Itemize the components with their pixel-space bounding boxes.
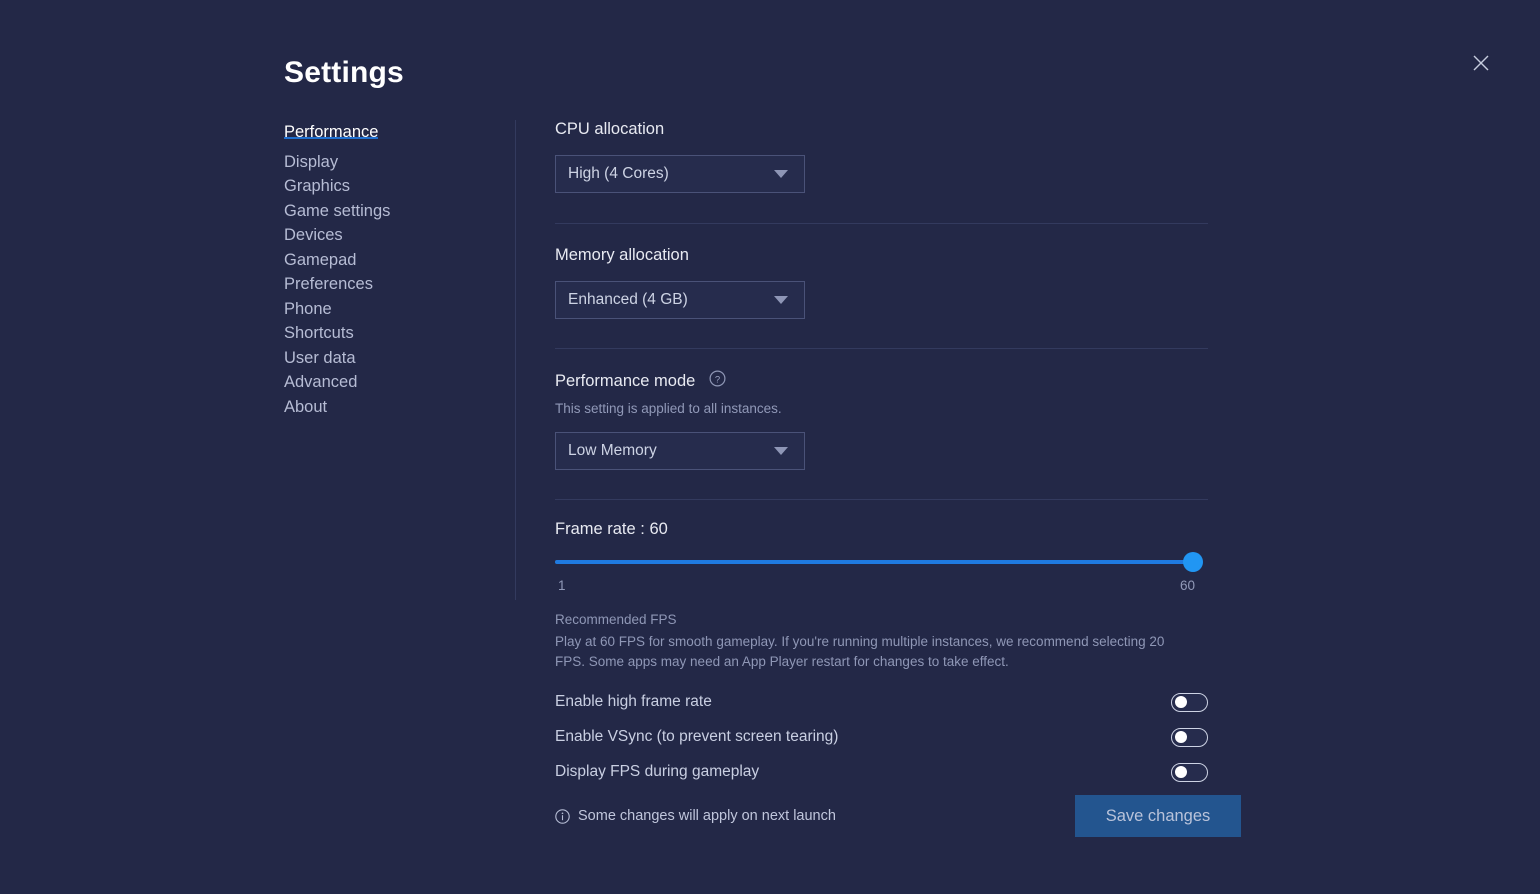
toggle-knob [1174,765,1187,778]
toggle-label: Enable high frame rate [555,693,712,711]
chevron-down-icon [774,447,788,455]
slider-max-label: 60 [1179,578,1195,593]
toggle-row-display-fps: Display FPS during gameplay [555,755,1208,790]
toggle-row-high-frame-rate: Enable high frame rate [555,685,1208,720]
sidebar-item-gamepad[interactable]: Gamepad [284,251,356,268]
recommended-fps-title: Recommended FPS [555,612,677,627]
section-memory-allocation: Memory allocation Enhanced (4 GB) [555,246,1208,319]
slider-range-labels: 1 60 [555,578,1195,596]
toggle-knob [1174,695,1187,708]
sidebar-item-user-data[interactable]: User data [284,349,356,366]
memory-allocation-label: Memory allocation [555,246,689,264]
footer-note: Some changes will apply on next launch [555,808,836,824]
cpu-allocation-label: CPU allocation [555,120,665,138]
sidebar-item-shortcuts[interactable]: Shortcuts [284,325,354,342]
save-changes-button[interactable]: Save changes [1075,795,1241,837]
info-circle-icon [555,808,570,824]
toggle-label: Enable VSync (to prevent screen tearing) [555,728,839,746]
performance-mode-dropdown[interactable]: Low Memory [555,432,805,470]
sidebar-item-game-settings[interactable]: Game settings [284,202,390,219]
page-title: Settings [284,56,404,89]
section-cpu-allocation: CPU allocation High (4 Cores) [555,120,1208,193]
sidebar-item-about[interactable]: About [284,398,327,415]
section-performance-mode: Performance mode ? This setting is appli… [555,370,1208,470]
toggle-knob [1174,730,1187,743]
sidebar-separator [515,120,516,600]
sidebar-item-preferences[interactable]: Preferences [284,276,373,293]
section-frame-rate: Frame rate : 60 1 60 Recommended FPS Pla… [555,520,1208,672]
svg-text:?: ? [715,374,720,385]
toggle-row-vsync: Enable VSync (to prevent screen tearing) [555,720,1208,755]
toggle-list: Enable high frame rate Enable VSync (to … [555,685,1208,790]
frame-rate-slider[interactable] [555,551,1203,573]
divider-1 [555,223,1208,224]
performance-mode-subtitle: This setting is applied to all instances… [555,401,782,416]
frame-rate-label: Frame rate : 60 [555,520,668,538]
memory-allocation-dropdown[interactable]: Enhanced (4 GB) [555,281,805,319]
slider-fill [555,560,1195,564]
sidebar-item-performance[interactable]: Performance [284,124,379,140]
toggle-vsync[interactable] [1171,727,1208,747]
chevron-down-icon [774,170,788,178]
divider-2 [555,348,1208,349]
recommended-fps-body: Play at 60 FPS for smooth gameplay. If y… [555,634,1165,669]
sidebar-item-phone[interactable]: Phone [284,300,332,317]
chevron-down-icon [774,296,788,304]
sidebar-item-graphics[interactable]: Graphics [284,178,350,195]
sidebar: Performance Display Graphics Game settin… [284,124,494,431]
footer-bar: Some changes will apply on next launch S… [555,795,1241,837]
sidebar-item-display[interactable]: Display [284,153,338,170]
cpu-allocation-value: High (4 Cores) [568,165,669,182]
toggle-display-fps[interactable] [1171,762,1208,782]
cpu-allocation-dropdown[interactable]: High (4 Cores) [555,155,805,193]
divider-3 [555,499,1208,500]
slider-thumb[interactable] [1183,552,1203,572]
toggle-label: Display FPS during gameplay [555,763,760,781]
help-circle-icon[interactable]: ? [709,370,726,392]
sidebar-item-devices[interactable]: Devices [284,227,343,244]
settings-window: Settings Performance Display Graphics Ga… [0,0,1540,894]
toggle-high-frame-rate[interactable] [1171,692,1208,712]
performance-mode-label: Performance mode [555,372,696,391]
close-icon [1473,55,1489,71]
memory-allocation-value: Enhanced (4 GB) [568,291,688,308]
close-button[interactable] [1464,46,1498,80]
footer-note-text: Some changes will apply on next launch [578,808,836,824]
settings-content: CPU allocation High (4 Cores) Memory all… [555,120,1208,790]
sidebar-item-advanced[interactable]: Advanced [284,374,357,391]
slider-min-label: 1 [558,578,566,593]
performance-mode-value: Low Memory [568,442,657,459]
